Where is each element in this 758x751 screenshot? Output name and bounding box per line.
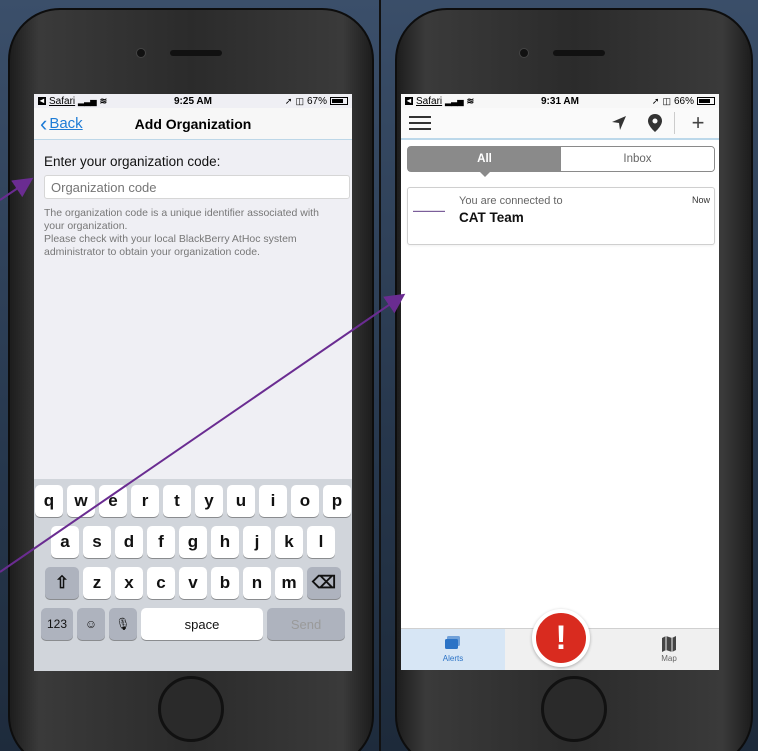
app-header: + — [401, 108, 719, 140]
numbers-key[interactable]: 123 — [41, 608, 73, 640]
on-screen-keyboard: q w e r t y u i o p a s d f g h j k l ⇧ … — [34, 479, 352, 671]
map-pin-icon[interactable] — [646, 114, 664, 132]
alert-subtitle: You are connected to — [459, 195, 563, 207]
status-time: 9:25 AM — [174, 95, 212, 107]
key-f[interactable]: f — [147, 526, 175, 558]
alert-list-item[interactable]: ▬▬▬▬▬▬▬▬ You are connected to CAT Team N… — [407, 187, 715, 245]
battery-icon — [330, 97, 348, 105]
key-b[interactable]: b — [211, 567, 239, 599]
send-key[interactable]: Send — [267, 608, 345, 640]
key-i[interactable]: i — [259, 485, 287, 517]
segment-all[interactable]: All — [408, 147, 561, 177]
delete-key-icon[interactable]: ⌫ — [307, 567, 341, 599]
tab-alerts-label: Alerts — [442, 654, 464, 663]
key-e[interactable]: e — [99, 485, 127, 517]
front-camera — [136, 48, 146, 58]
front-camera — [519, 48, 529, 58]
key-r[interactable]: r — [131, 485, 159, 517]
alert-timestamp: Now — [691, 195, 710, 205]
microphone-key-icon[interactable]: 🎙 — [109, 608, 137, 640]
key-d[interactable]: d — [115, 526, 143, 558]
key-t[interactable]: t — [163, 485, 191, 517]
add-icon[interactable]: + — [692, 112, 711, 134]
key-l[interactable]: l — [307, 526, 335, 558]
key-g[interactable]: g — [179, 526, 207, 558]
alerts-screen: ◂ Safari ▂▃▅ ≋ 9:31 AM ➚ ◫ 66% + All Inb… — [401, 94, 719, 670]
key-z[interactable]: z — [83, 567, 111, 599]
panic-alert-button[interactable]: ! — [532, 609, 590, 667]
hamburger-menu-icon[interactable] — [409, 116, 431, 130]
alerts-segmented-control: All Inbox — [407, 146, 715, 177]
organization-code-help: The organization code is a unique identi… — [44, 207, 319, 258]
map-icon — [662, 636, 676, 652]
keyboard-row-2: a s d f g h j k l — [34, 526, 352, 558]
phone-frame: ◂ Safari ▂▃▅ ≋ 9:31 AM ➚ ◫ 66% + All Inb… — [395, 8, 753, 751]
tab-map-label: Map — [661, 654, 677, 663]
key-n[interactable]: n — [243, 567, 271, 599]
keyboard-row-1: q w e r t y u i o p — [34, 485, 352, 517]
organization-logo: ▬▬▬▬▬▬▬▬ — [413, 208, 445, 212]
key-v[interactable]: v — [179, 567, 207, 599]
organization-code-prompt: Enter your organization code: — [44, 154, 221, 169]
add-organization-screen: ◂ Safari ▂▃▅ ≋ 9:25 AM ➚ ◫ 67% ‹ Back Ad… — [34, 94, 352, 671]
alert-title: CAT Team — [459, 210, 524, 225]
organization-code-input[interactable] — [44, 175, 350, 199]
chevron-left-icon: ‹ — [40, 110, 48, 136]
keyboard-row-4: 123 ☺ 🎙 space Send — [34, 608, 352, 640]
navigation-bar: ‹ Back Add Organization — [34, 108, 352, 140]
earpiece-speaker — [170, 50, 222, 56]
key-w[interactable]: w — [67, 485, 95, 517]
key-c[interactable]: c — [147, 567, 175, 599]
key-s[interactable]: s — [83, 526, 111, 558]
phone-frame: ◂ Safari ▂▃▅ ≋ 9:25 AM ➚ ◫ 67% ‹ Back Ad… — [8, 8, 374, 751]
key-x[interactable]: x — [115, 567, 143, 599]
right-panel: ◂ Safari ▂▃▅ ≋ 9:31 AM ➚ ◫ 66% + All Inb… — [381, 0, 758, 751]
home-button[interactable] — [158, 676, 224, 742]
space-key[interactable]: space — [141, 608, 263, 640]
tab-map[interactable]: Map — [619, 629, 719, 670]
left-panel: ◂ Safari ▂▃▅ ≋ 9:25 AM ➚ ◫ 67% ‹ Back Ad… — [0, 0, 380, 751]
header-divider — [674, 112, 675, 134]
key-a[interactable]: a — [51, 526, 79, 558]
emoji-key-icon[interactable]: ☺ — [77, 608, 105, 640]
key-o[interactable]: o — [291, 485, 319, 517]
alerts-icon — [445, 636, 460, 649]
location-arrow-icon[interactable] — [610, 114, 628, 132]
back-button-label: Back — [49, 115, 83, 132]
battery-icon — [697, 97, 715, 105]
key-u[interactable]: u — [227, 485, 255, 517]
home-button[interactable] — [541, 676, 607, 742]
key-h[interactable]: h — [211, 526, 239, 558]
earpiece-speaker — [553, 50, 605, 56]
key-k[interactable]: k — [275, 526, 303, 558]
exclamation-icon: ! — [555, 619, 567, 657]
key-y[interactable]: y — [195, 485, 223, 517]
status-bar: ◂ Safari ▂▃▅ ≋ 9:31 AM ➚ ◫ 66% — [401, 94, 719, 108]
tab-alerts[interactable]: Alerts — [401, 629, 505, 670]
status-bar: ◂ Safari ▂▃▅ ≋ 9:25 AM ➚ ◫ 67% — [34, 94, 352, 108]
segment-inbox[interactable]: Inbox — [561, 147, 714, 171]
shift-key-icon[interactable]: ⇧ — [45, 567, 79, 599]
back-button[interactable]: ‹ Back — [34, 110, 83, 136]
keyboard-row-3: ⇧ z x c v b n m ⌫ — [34, 567, 352, 599]
key-j[interactable]: j — [243, 526, 271, 558]
key-m[interactable]: m — [275, 567, 303, 599]
status-time: 9:31 AM — [541, 95, 579, 107]
key-q[interactable]: q — [35, 485, 63, 517]
key-p[interactable]: p — [323, 485, 351, 517]
